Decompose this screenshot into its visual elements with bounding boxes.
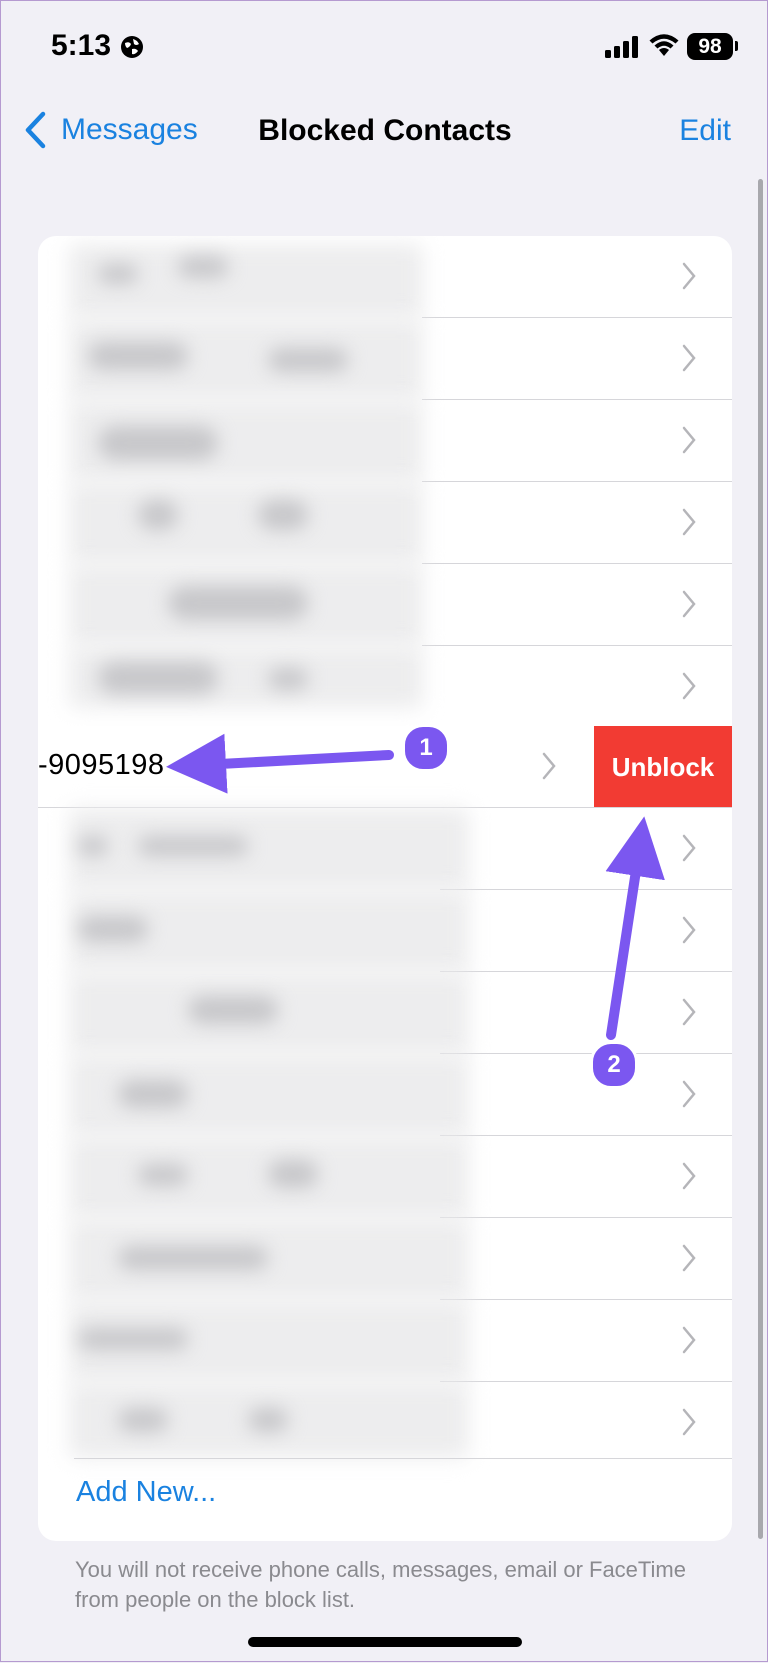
list-item[interactable] xyxy=(38,972,732,1054)
unblock-button[interactable]: Unblock xyxy=(594,726,732,808)
list-item[interactable] xyxy=(38,890,732,972)
annotation-badge-2: 2 xyxy=(590,1041,638,1089)
status-time: 5:13 xyxy=(51,29,112,62)
chevron-right-icon xyxy=(682,1408,696,1436)
chevron-right-icon xyxy=(682,1244,696,1272)
chevron-right-icon xyxy=(682,1326,696,1354)
list-item[interactable] xyxy=(38,1382,732,1464)
list-item[interactable] xyxy=(38,808,732,890)
chevron-right-icon xyxy=(682,1080,696,1108)
list-item[interactable] xyxy=(38,1136,732,1218)
list-item[interactable] xyxy=(38,400,732,482)
battery-indicator: 98 xyxy=(687,33,733,60)
list-item[interactable] xyxy=(38,1218,732,1300)
list-item[interactable] xyxy=(38,564,732,646)
edit-button[interactable]: Edit xyxy=(679,114,731,148)
chevron-right-icon xyxy=(682,590,696,618)
home-indicator[interactable] xyxy=(248,1637,522,1647)
chevron-right-icon xyxy=(682,426,696,454)
scrollbar[interactable] xyxy=(758,179,763,1539)
chevron-right-icon xyxy=(682,834,696,862)
list-item[interactable] xyxy=(38,318,732,400)
block-list-footer-note: You will not receive phone calls, messag… xyxy=(75,1557,686,1612)
add-new-button[interactable]: Add New... xyxy=(76,1476,216,1509)
list-item[interactable] xyxy=(38,236,732,318)
chevron-right-icon xyxy=(542,752,556,780)
list-item[interactable] xyxy=(38,646,732,728)
chevron-right-icon xyxy=(682,672,696,700)
chevron-right-icon xyxy=(682,1162,696,1190)
status-bar: 5:13 98 xyxy=(1,1,768,97)
blocked-contacts-list: -9095198 Unblock Add New... xyxy=(38,236,732,1541)
chevron-right-icon xyxy=(682,998,696,1026)
battery-nub xyxy=(735,41,738,51)
page-title: Blocked Contacts xyxy=(258,114,512,147)
globe-icon xyxy=(121,36,143,58)
wifi-icon xyxy=(649,34,679,56)
cellular-signal-icon xyxy=(605,36,638,58)
list-item[interactable] xyxy=(38,482,732,564)
chevron-right-icon xyxy=(682,916,696,944)
chevron-right-icon xyxy=(682,344,696,372)
annotation-badge-1: 1 xyxy=(402,724,450,772)
list-item[interactable] xyxy=(38,1300,732,1382)
chevron-right-icon xyxy=(682,262,696,290)
navigation-bar: Messages Blocked Contacts Edit xyxy=(1,97,768,167)
contact-phone-number: -9095198 xyxy=(38,749,165,781)
chevron-right-icon xyxy=(682,508,696,536)
swiped-contact-row[interactable]: -9095198 Unblock xyxy=(38,726,732,808)
row-separator xyxy=(74,1458,732,1459)
